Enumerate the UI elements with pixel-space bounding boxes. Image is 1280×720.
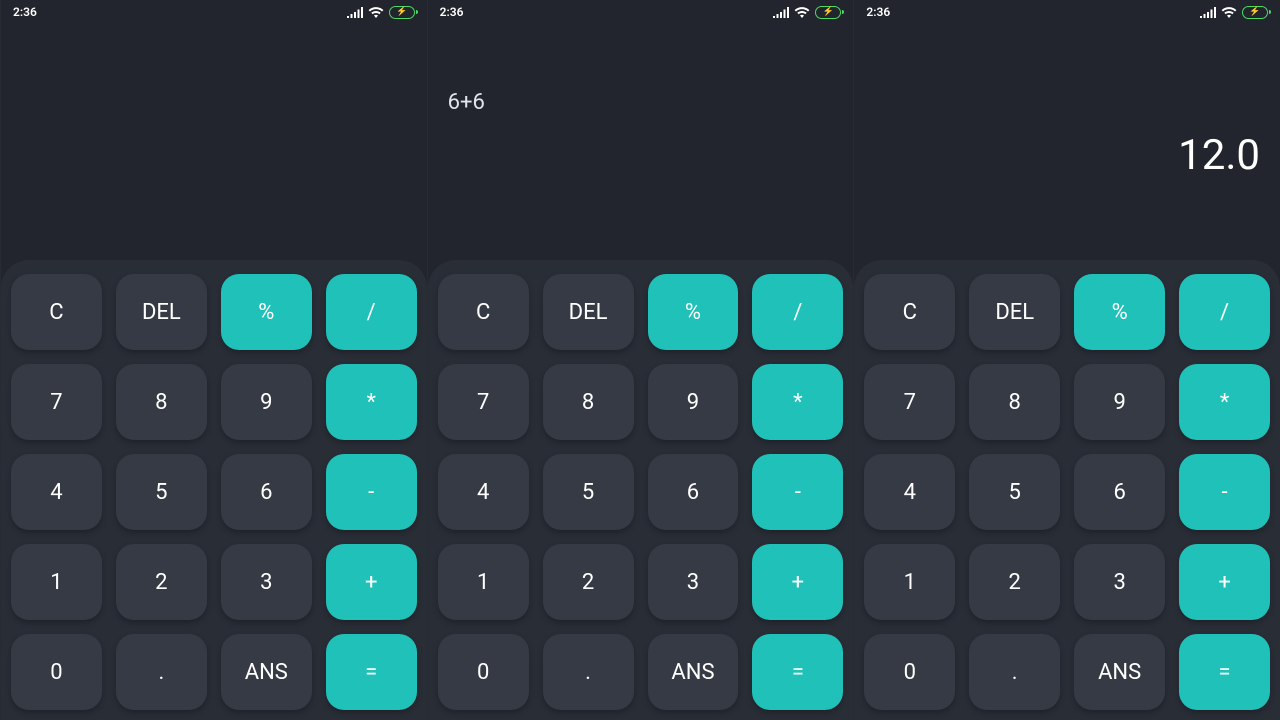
digit-8-button[interactable]: 8 bbox=[969, 364, 1060, 440]
digit-2-button[interactable]: 2 bbox=[116, 544, 207, 620]
digit-5-button[interactable]: 5 bbox=[969, 454, 1060, 530]
divide-button[interactable]: / bbox=[752, 274, 843, 350]
battery-charging-icon: ⚡ bbox=[389, 6, 415, 19]
minus-button[interactable]: - bbox=[752, 454, 843, 530]
plus-button[interactable]: + bbox=[752, 544, 843, 620]
signal-icon bbox=[1200, 7, 1216, 18]
delete-button[interactable]: DEL bbox=[969, 274, 1060, 350]
digit-6-button[interactable]: 6 bbox=[648, 454, 739, 530]
delete-button[interactable]: DEL bbox=[543, 274, 634, 350]
digit-2-button[interactable]: 2 bbox=[543, 544, 634, 620]
digit-7-button[interactable]: 7 bbox=[438, 364, 529, 440]
digit-3-button[interactable]: 3 bbox=[221, 544, 312, 620]
expression-text: 6+6 bbox=[448, 90, 834, 115]
digit-4-button[interactable]: 4 bbox=[11, 454, 102, 530]
decimal-button[interactable]: . bbox=[969, 634, 1060, 710]
digit-3-button[interactable]: 3 bbox=[648, 544, 739, 620]
decimal-button[interactable]: . bbox=[543, 634, 634, 710]
digit-0-button[interactable]: 0 bbox=[438, 634, 529, 710]
calculator-keypad: CDEL%/ 789* 456- 123+0.ANS= bbox=[1, 260, 427, 720]
ans-button[interactable]: ANS bbox=[1074, 634, 1165, 710]
minus-button[interactable]: - bbox=[326, 454, 417, 530]
status-time: 2:36 bbox=[13, 5, 37, 19]
plus-button[interactable]: + bbox=[326, 544, 417, 620]
digit-0-button[interactable]: 0 bbox=[864, 634, 955, 710]
digit-2-button[interactable]: 2 bbox=[969, 544, 1060, 620]
plus-button[interactable]: + bbox=[1179, 544, 1270, 620]
status-icons: ⚡ bbox=[1200, 6, 1268, 19]
clear-button[interactable]: C bbox=[438, 274, 529, 350]
battery-charging-icon: ⚡ bbox=[1242, 6, 1268, 19]
digit-5-button[interactable]: 5 bbox=[116, 454, 207, 530]
status-icons: ⚡ bbox=[347, 6, 415, 19]
digit-1-button[interactable]: 1 bbox=[11, 544, 102, 620]
digit-7-button[interactable]: 7 bbox=[864, 364, 955, 440]
percent-button[interactable]: % bbox=[648, 274, 739, 350]
calculator-keypad: CDEL%/ 789* 456- 123+0.ANS= bbox=[854, 260, 1280, 720]
digit-6-button[interactable]: 6 bbox=[1074, 454, 1165, 530]
clear-button[interactable]: C bbox=[864, 274, 955, 350]
status-bar: 2:36 ⚡ bbox=[428, 0, 854, 24]
digit-7-button[interactable]: 7 bbox=[11, 364, 102, 440]
digit-9-button[interactable]: 9 bbox=[648, 364, 739, 440]
equals-button[interactable]: = bbox=[326, 634, 417, 710]
phone-screen-1: 2:36 ⚡ CDEL%/ 789* 456- 123+0.ANS= bbox=[0, 0, 427, 720]
calculator-display bbox=[1, 24, 427, 260]
divide-button[interactable]: / bbox=[1179, 274, 1270, 350]
minus-button[interactable]: - bbox=[1179, 454, 1270, 530]
status-time: 2:36 bbox=[440, 5, 464, 19]
wifi-icon bbox=[794, 6, 810, 18]
digit-1-button[interactable]: 1 bbox=[438, 544, 529, 620]
status-icons: ⚡ bbox=[773, 6, 841, 19]
status-time: 2:36 bbox=[866, 5, 890, 19]
battery-charging-icon: ⚡ bbox=[815, 6, 841, 19]
multiply-button[interactable]: * bbox=[1179, 364, 1270, 440]
phone-screen-3: 2:36 ⚡ 12.0 CDEL%/ 789* 456- 123+0.ANS= bbox=[853, 0, 1280, 720]
delete-button[interactable]: DEL bbox=[116, 274, 207, 350]
digit-0-button[interactable]: 0 bbox=[11, 634, 102, 710]
decimal-button[interactable]: . bbox=[116, 634, 207, 710]
calculator-display: 6+6 bbox=[428, 24, 854, 260]
wifi-icon bbox=[368, 6, 384, 18]
equals-button[interactable]: = bbox=[752, 634, 843, 710]
digit-8-button[interactable]: 8 bbox=[543, 364, 634, 440]
signal-icon bbox=[773, 7, 789, 18]
signal-icon bbox=[347, 7, 363, 18]
digit-9-button[interactable]: 9 bbox=[1074, 364, 1165, 440]
calculator-display: 12.0 bbox=[854, 24, 1280, 260]
multiply-button[interactable]: * bbox=[326, 364, 417, 440]
ans-button[interactable]: ANS bbox=[648, 634, 739, 710]
wifi-icon bbox=[1221, 6, 1237, 18]
percent-button[interactable]: % bbox=[1074, 274, 1165, 350]
percent-button[interactable]: % bbox=[221, 274, 312, 350]
digit-5-button[interactable]: 5 bbox=[543, 454, 634, 530]
phone-screen-2: 2:36 ⚡ 6+6 CDEL%/ 789* 456- 123+0.ANS= bbox=[427, 0, 854, 720]
calculator-keypad: CDEL%/ 789* 456- 123+0.ANS= bbox=[428, 260, 854, 720]
multiply-button[interactable]: * bbox=[752, 364, 843, 440]
digit-3-button[interactable]: 3 bbox=[1074, 544, 1165, 620]
equals-button[interactable]: = bbox=[1179, 634, 1270, 710]
digit-6-button[interactable]: 6 bbox=[221, 454, 312, 530]
result-text: 12.0 bbox=[874, 131, 1260, 180]
digit-1-button[interactable]: 1 bbox=[864, 544, 955, 620]
clear-button[interactable]: C bbox=[11, 274, 102, 350]
status-bar: 2:36 ⚡ bbox=[1, 0, 427, 24]
divide-button[interactable]: / bbox=[326, 274, 417, 350]
ans-button[interactable]: ANS bbox=[221, 634, 312, 710]
digit-8-button[interactable]: 8 bbox=[116, 364, 207, 440]
digit-9-button[interactable]: 9 bbox=[221, 364, 312, 440]
digit-4-button[interactable]: 4 bbox=[438, 454, 529, 530]
status-bar: 2:36 ⚡ bbox=[854, 0, 1280, 24]
digit-4-button[interactable]: 4 bbox=[864, 454, 955, 530]
